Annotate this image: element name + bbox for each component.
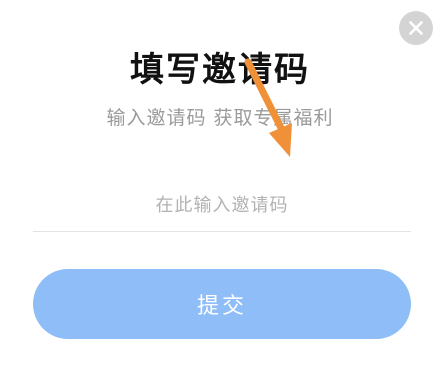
dialog-title: 填写邀请码 — [130, 50, 310, 90]
close-icon — [409, 21, 423, 35]
invite-code-input[interactable] — [33, 180, 411, 232]
invite-code-dialog: 填写邀请码 输入邀请码 获取专属福利 提交 — [0, 0, 440, 369]
dialog-subtitle: 输入邀请码 获取专属福利 — [106, 107, 334, 129]
close-button[interactable] — [399, 11, 433, 45]
submit-button[interactable]: 提交 — [33, 269, 411, 339]
